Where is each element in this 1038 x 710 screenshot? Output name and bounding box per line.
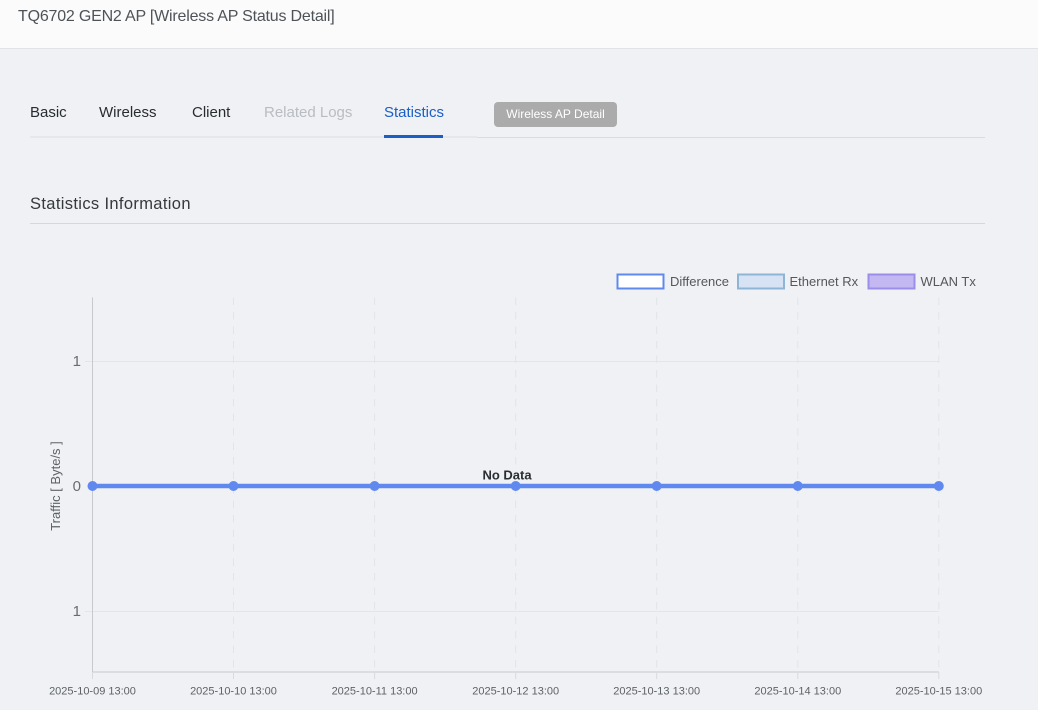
svg-text:Traffic [ Byte/s ]: Traffic [ Byte/s ] bbox=[48, 441, 63, 531]
svg-text:0: 0 bbox=[73, 478, 81, 495]
svg-text:2025-10-09 13:00: 2025-10-09 13:00 bbox=[49, 686, 136, 698]
svg-text:Ethernet Rx: Ethernet Rx bbox=[790, 274, 859, 289]
svg-text:2025-10-13 13:00: 2025-10-13 13:00 bbox=[613, 686, 700, 698]
svg-text:2025-10-15 13:00: 2025-10-15 13:00 bbox=[895, 686, 982, 698]
svg-text:1: 1 bbox=[73, 603, 81, 620]
svg-text:No Data: No Data bbox=[482, 468, 532, 483]
svg-text:Difference: Difference bbox=[670, 274, 729, 289]
svg-text:WLAN Tx: WLAN Tx bbox=[921, 274, 977, 289]
svg-text:2025-10-12 13:00: 2025-10-12 13:00 bbox=[472, 686, 559, 698]
svg-text:2025-10-11 13:00: 2025-10-11 13:00 bbox=[332, 686, 418, 698]
svg-text:2025-10-10 13:00: 2025-10-10 13:00 bbox=[190, 686, 277, 698]
svg-text:1: 1 bbox=[73, 353, 81, 370]
svg-text:2025-10-14 13:00: 2025-10-14 13:00 bbox=[754, 686, 841, 698]
